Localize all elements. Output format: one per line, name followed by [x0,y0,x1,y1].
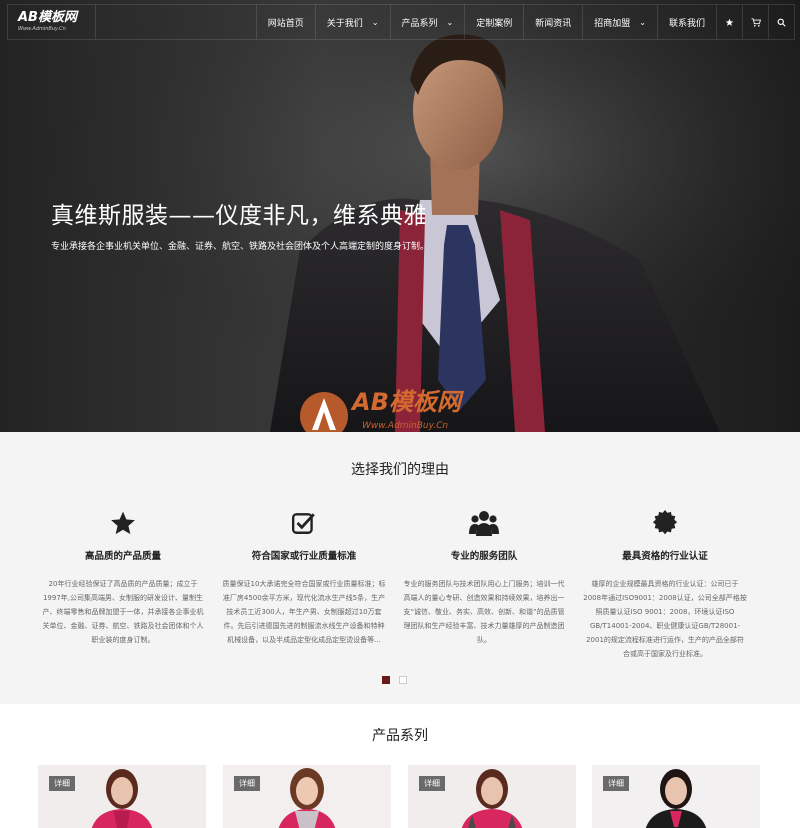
feature-item: 最具资格的行业认证 雄厚的企业规模最具资格的行业认证：公司已于2008年通过IS… [583,508,747,661]
feature-item: 专业的服务团队 专业的服务团队与技术团队用心上门服务；培训一代高端人的量心专研、… [402,508,566,647]
nav-item-franchise[interactable]: 招商加盟 ⌄ [582,5,657,39]
feature-title: 高品质的产品质量 [84,551,161,562]
badge-icon [652,510,678,535]
star-icon [725,18,734,26]
feature-title: 符合国家或行业质量标准 [251,551,357,562]
checkbox-icon [291,513,315,534]
feature-description: 20年行业经验保证了高品质的产品质量；成立于1997年,公司集高端男、女制服的研… [42,580,204,644]
nav-item-news[interactable]: 新闻资讯 [523,5,582,39]
nav-item-contact[interactable]: 联系我们 [656,5,716,39]
feature-description: 质量保证10大承诺完全符合国家或行业质量标准；标准厂房4500余平方米，现代化流… [222,580,386,644]
top-navigation: AB模板网 Www.AdminBuy.Cn 网站首页 关于我们 ⌄ 产品系列 ⌄ 定… [7,4,795,40]
nav-item-cases[interactable]: 定制案例 [464,5,523,39]
product-image [408,765,576,828]
nav-item-label: 网站首页 [267,18,304,29]
product-image [223,765,391,828]
product-image [38,765,206,828]
carousel-dot-1[interactable] [382,676,390,684]
nav-item-home[interactable]: 网站首页 [255,5,315,39]
product-card[interactable]: 详细 [223,765,391,828]
nav-item-label: 定制案例 [476,18,513,29]
nav-item-label: 招商加盟 [594,18,631,29]
watermark-text: AB模板网 [350,388,465,416]
nav-item-label: 关于我们 [326,18,363,29]
section-title: 产品系列 [372,728,428,744]
carousel-pagination [382,676,407,684]
feature-description: 雄厚的企业规模最具资格的行业认证：公司已于2008年通过ISO9001：2008… [583,580,747,658]
feature-description: 专业的服务团队与技术团队用心上门服务；培训一代高端人的量心专研、创造效果和持续效… [403,580,565,644]
product-card[interactable]: 详细 [592,765,760,828]
cart-icon [751,17,761,27]
product-card[interactable]: 详细 [38,765,206,828]
products-section: 产品系列 详细 详细 详细 详细 [0,704,800,828]
nav-item-label: 新闻资讯 [535,18,572,29]
carousel-dot-2[interactable] [399,676,407,684]
team-icon [469,511,499,536]
nav-item-label: 联系我们 [668,18,705,29]
detail-tag[interactable]: 详细 [49,776,75,791]
feature-item: 高品质的产品质量 20年行业经验保证了高品质的产品质量；成立于1997年,公司集… [41,508,205,647]
feature-title: 专业的服务团队 [450,551,518,562]
nav-item-about[interactable]: 关于我们 ⌄ [314,5,390,39]
section-title: 选择我们的理由 [351,462,449,478]
hero-subtitle: 专业承接各企事业机关单位、金融、证券、航空、铁路及社会团体及个人高端定制的度身订… [51,242,430,252]
detail-tag[interactable]: 详细 [419,776,445,791]
detail-tag[interactable]: 详细 [603,776,629,791]
chevron-down-icon: ⌄ [371,17,379,27]
product-image [592,765,760,828]
watermark-url: Www.AdminBuy.Cn [362,421,448,431]
chevron-down-icon: ⌄ [446,17,454,27]
star-icon [111,511,135,535]
feature-title: 最具资格的行业认证 [622,551,708,562]
logo-text: AB模板网 [18,10,77,25]
why-choose-us-section: 选择我们的理由 高品质的产品质量 20年行业经验保证了高品质的产品质量；成立于1… [0,432,800,704]
detail-tag[interactable]: 详细 [234,776,260,791]
product-card[interactable]: 详细 [408,765,576,828]
hero-title: 真维斯服装——仪度非凡，维系典雅 [51,203,427,229]
site-logo[interactable]: AB模板网 Www.AdminBuy.Cn [8,5,96,39]
favorite-button[interactable] [716,5,742,39]
logo-url: Www.AdminBuy.Cn [18,26,66,32]
nav-item-label: 产品系列 [401,18,438,29]
search-icon [777,18,786,27]
feature-item: 符合国家或行业质量标准 质量保证10大承诺完全符合国家或行业质量标准；标准厂房4… [222,508,386,647]
nav-item-products[interactable]: 产品系列 ⌄ [389,5,465,39]
cart-button[interactable] [742,5,768,39]
chevron-down-icon: ⌄ [639,17,646,27]
hero-banner: AB模板网 Www.AdminBuy.Cn 网站首页 关于我们 ⌄ 产品系列 ⌄ 定… [0,0,800,432]
search-button[interactable] [768,5,794,39]
